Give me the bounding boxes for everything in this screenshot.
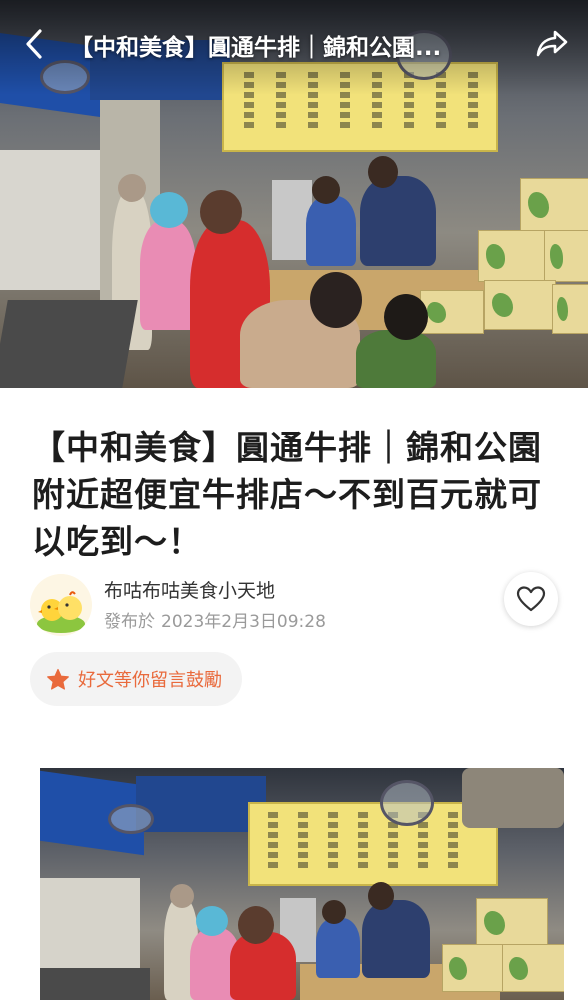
share-arrow-icon (536, 30, 568, 57)
author-name[interactable]: 布咕布咕美食小天地 (104, 576, 275, 603)
chick-avatar-icon (30, 574, 92, 636)
author-avatar[interactable] (30, 574, 92, 636)
like-button[interactable] (504, 572, 558, 626)
share-button[interactable] (532, 24, 572, 64)
back-button[interactable] (14, 24, 54, 64)
article-photo-scene (40, 768, 564, 1000)
author-row: 布咕布咕美食小天地 發布於 2023年2月3日09:28 (30, 572, 560, 636)
post-date: 發布於 2023年2月3日09:28 (104, 607, 326, 632)
encourage-label: 好文等你留言鼓勵 (78, 670, 222, 691)
heart-icon (516, 586, 546, 612)
star-icon (47, 668, 69, 690)
topbar-title: 【中和美食】圓通牛排｜錦和公園... (70, 35, 442, 61)
top-bar: 【中和美食】圓通牛排｜錦和公園... (0, 0, 588, 86)
encourage-comment-chip[interactable]: 好文等你留言鼓勵 (30, 652, 242, 706)
article-title: 【中和美食】圓通牛排｜錦和公園附近超便宜牛排店～不到百元就可以吃到～！ (32, 428, 542, 561)
article-photo[interactable] (40, 768, 564, 1000)
post-date-value: 2023年2月3日09:28 (161, 612, 326, 632)
post-date-prefix: 發布於 (104, 612, 155, 632)
chevron-left-icon (26, 29, 42, 59)
